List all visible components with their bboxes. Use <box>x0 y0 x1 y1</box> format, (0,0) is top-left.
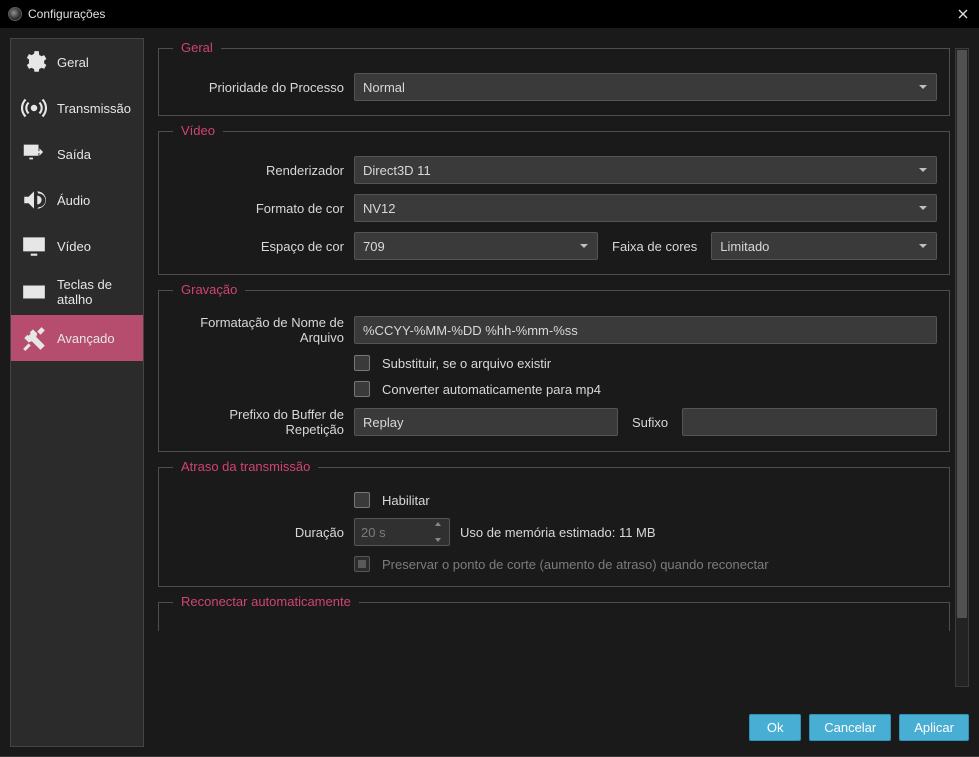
chevron-down-icon <box>918 80 928 95</box>
scrollbar-thumb[interactable] <box>957 50 967 618</box>
chevron-up-icon <box>434 521 442 527</box>
sidebar-item-label: Transmissão <box>57 101 131 116</box>
preserve-cutoff-label: Preservar o ponto de corte (aumento de a… <box>382 557 769 572</box>
monitor-icon <box>21 233 47 259</box>
section-stream-delay: Atraso da transmissão Habilitar Duração … <box>158 467 950 587</box>
renderer-label: Renderizador <box>171 163 348 178</box>
color-space-label: Espaço de cor <box>171 239 348 254</box>
replay-prefix-value: Replay <box>363 415 403 430</box>
stream-delay-enable-label: Habilitar <box>382 493 430 508</box>
window-title: Configurações <box>28 7 105 21</box>
overwrite-label: Substituir, se o arquivo existir <box>382 356 551 371</box>
sidebar-item-audio[interactable]: Áudio <box>11 177 143 223</box>
sidebar-item-label: Teclas de atalho <box>57 277 133 307</box>
color-range-select[interactable]: Limitado <box>711 232 937 260</box>
replay-prefix-label: Prefixo do Buffer de Repetição <box>171 407 348 437</box>
filename-format-value: %CCYY-%MM-%DD %hh-%mm-%ss <box>363 323 578 338</box>
output-icon <box>21 141 47 167</box>
replay-suffix-input[interactable] <box>682 408 937 436</box>
sidebar-item-output[interactable]: Saída <box>11 131 143 177</box>
stream-delay-duration-value: 20 s <box>361 525 386 540</box>
stream-delay-enable-checkbox[interactable] <box>354 492 370 508</box>
convert-mp4-checkbox[interactable] <box>354 381 370 397</box>
apply-button[interactable]: Aplicar <box>899 714 969 741</box>
overwrite-checkbox[interactable] <box>354 355 370 371</box>
window-close-button[interactable] <box>955 6 971 22</box>
color-format-value: NV12 <box>363 201 396 216</box>
section-stream-delay-legend: Atraso da transmissão <box>173 459 318 474</box>
color-space-value: 709 <box>363 239 385 254</box>
preserve-cutoff-checkbox <box>354 556 370 572</box>
stream-delay-duration-spinner: 20 s <box>354 518 450 546</box>
dialog-footer: Ok Cancelar Aplicar <box>158 704 969 747</box>
speaker-icon <box>21 187 47 213</box>
section-recording-legend: Gravação <box>173 282 245 297</box>
chevron-down-icon <box>918 239 928 254</box>
close-icon <box>958 9 968 19</box>
process-priority-select[interactable]: Normal <box>354 73 937 101</box>
filename-format-label: Formatação de Nome de Arquivo <box>171 315 348 345</box>
gear-icon <box>21 49 47 75</box>
sidebar-item-advanced[interactable]: Avançado <box>11 315 143 361</box>
cancel-button[interactable]: Cancelar <box>809 714 891 741</box>
color-space-select[interactable]: 709 <box>354 232 598 260</box>
settings-scroll-area: Geral Prioridade do Processo Normal Víde… <box>158 38 969 704</box>
sidebar-item-video[interactable]: Vídeo <box>11 223 143 269</box>
titlebar: Configurações <box>0 0 979 28</box>
ok-button[interactable]: Ok <box>749 714 801 741</box>
sidebar-item-stream[interactable]: Transmissão <box>11 85 143 131</box>
section-recording: Gravação Formatação de Nome de Arquivo %… <box>158 290 950 452</box>
stream-delay-duration-label: Duração <box>171 525 348 540</box>
chevron-down-icon <box>918 201 928 216</box>
sidebar-item-hotkeys[interactable]: Teclas de atalho <box>11 269 143 315</box>
sidebar: Geral Transmissão Saída Áudio Vídeo <box>10 38 144 747</box>
sidebar-item-general[interactable]: Geral <box>11 39 143 85</box>
sidebar-item-label: Geral <box>57 55 89 70</box>
tools-icon <box>21 325 47 351</box>
color-format-select[interactable]: NV12 <box>354 194 937 222</box>
renderer-select[interactable]: Direct3D 11 <box>354 156 937 184</box>
replay-suffix-label: Sufixo <box>624 415 676 430</box>
section-auto-reconnect-legend: Reconectar automaticamente <box>173 594 359 609</box>
sidebar-item-label: Saída <box>57 147 91 162</box>
section-general: Geral Prioridade do Processo Normal <box>158 48 950 116</box>
color-range-value: Limitado <box>720 239 769 254</box>
sidebar-item-label: Vídeo <box>57 239 91 254</box>
convert-mp4-label: Converter automaticamente para mp4 <box>382 382 601 397</box>
sidebar-item-label: Avançado <box>57 331 115 346</box>
color-format-label: Formato de cor <box>171 201 348 216</box>
section-auto-reconnect: Reconectar automaticamente <box>158 602 950 631</box>
chevron-down-icon <box>434 537 442 543</box>
renderer-value: Direct3D 11 <box>363 163 431 178</box>
section-video: Vídeo Renderizador Direct3D 11 Formato d… <box>158 131 950 275</box>
spinner-arrows <box>434 521 446 543</box>
obs-logo-icon <box>8 7 22 21</box>
process-priority-label: Prioridade do Processo <box>171 80 348 95</box>
sidebar-item-label: Áudio <box>57 193 90 208</box>
color-range-label: Faixa de cores <box>604 239 705 254</box>
section-general-legend: Geral <box>173 40 221 55</box>
replay-prefix-input[interactable]: Replay <box>354 408 618 436</box>
broadcast-icon <box>21 95 47 121</box>
process-priority-value: Normal <box>363 80 405 95</box>
stream-delay-memory-label: Uso de memória estimado: 11 MB <box>456 525 664 540</box>
section-video-legend: Vídeo <box>173 123 223 138</box>
chevron-down-icon <box>918 163 928 178</box>
filename-format-input[interactable]: %CCYY-%MM-%DD %hh-%mm-%ss <box>354 316 937 344</box>
keyboard-icon <box>21 279 47 305</box>
scrollbar[interactable] <box>955 48 969 687</box>
chevron-down-icon <box>579 239 589 254</box>
